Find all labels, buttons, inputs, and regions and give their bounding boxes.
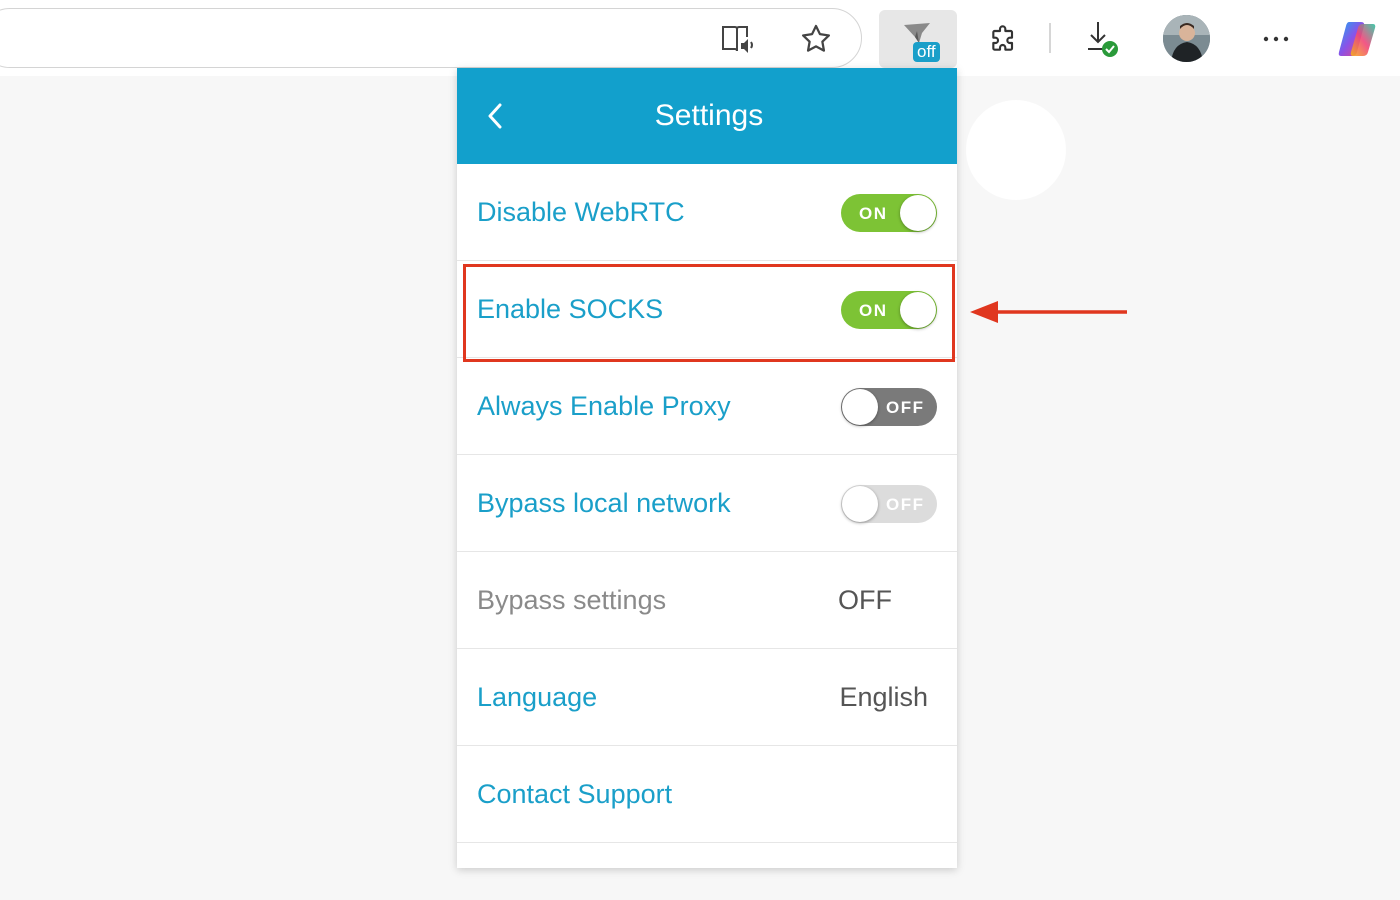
disable-webrtc-toggle[interactable]: ON — [841, 194, 937, 232]
setting-label: Bypass settings — [477, 585, 667, 615]
setting-row-disable-webrtc: Disable WebRTC ON — [457, 164, 957, 261]
extension-status-badge: off — [913, 42, 940, 62]
setting-row-bypass-settings[interactable]: Bypass settings OFF — [457, 552, 957, 649]
favorite-star-icon[interactable] — [797, 20, 835, 58]
setting-value: English — [839, 682, 928, 712]
toggle-state-label: ON — [859, 301, 888, 320]
setting-label: Enable SOCKS — [477, 294, 664, 324]
bypass-local-network-toggle[interactable]: OFF — [841, 485, 937, 523]
toolbar-divider — [1049, 23, 1051, 53]
setting-label: Bypass local network — [477, 488, 731, 518]
setting-label: Always Enable Proxy — [477, 391, 731, 421]
page-title: Settings — [654, 99, 764, 132]
setting-row-always-enable-proxy: Always Enable Proxy OFF — [457, 358, 957, 455]
settings-list: Disable WebRTC ON Enable SOCKS ON Always… — [457, 164, 957, 843]
more-options-icon[interactable] — [1256, 24, 1296, 54]
popup-header: Settings — [457, 68, 957, 164]
extensions-puzzle-icon[interactable] — [984, 20, 1024, 58]
back-button[interactable] — [475, 96, 515, 136]
background-decoration — [966, 100, 1066, 200]
setting-row-contact-support[interactable]: Contact Support — [457, 746, 957, 843]
toggle-state-label: OFF — [886, 398, 925, 417]
copilot-icon[interactable] — [1333, 16, 1381, 62]
setting-label: Language — [477, 682, 598, 712]
enable-socks-toggle[interactable]: ON — [841, 291, 937, 329]
browser-toolbar: off — [0, 0, 1400, 76]
setting-value: OFF — [838, 585, 892, 615]
arrow-left-icon — [968, 296, 1130, 335]
toggle-knob — [900, 292, 936, 328]
toggle-knob — [842, 389, 878, 425]
toggle-knob — [900, 195, 936, 231]
profile-avatar[interactable] — [1163, 15, 1210, 62]
chevron-left-icon — [488, 103, 502, 129]
contact-support-link[interactable]: Contact Support — [477, 746, 672, 843]
setting-row-language[interactable]: Language English — [457, 649, 957, 746]
downloads-icon[interactable] — [1080, 18, 1124, 60]
setting-row-bypass-local-network: Bypass local network OFF — [457, 455, 957, 552]
toggle-state-label: OFF — [886, 495, 925, 514]
toggle-state-label: ON — [859, 204, 888, 223]
settings-popup: Settings Disable WebRTC ON Enable SOCKS … — [457, 68, 957, 868]
immersive-reader-icon[interactable] — [718, 20, 758, 58]
setting-label: Disable WebRTC — [477, 197, 685, 227]
always-enable-proxy-toggle[interactable]: OFF — [841, 388, 937, 426]
toggle-knob — [842, 486, 878, 522]
setting-row-enable-socks: Enable SOCKS ON — [457, 261, 957, 358]
